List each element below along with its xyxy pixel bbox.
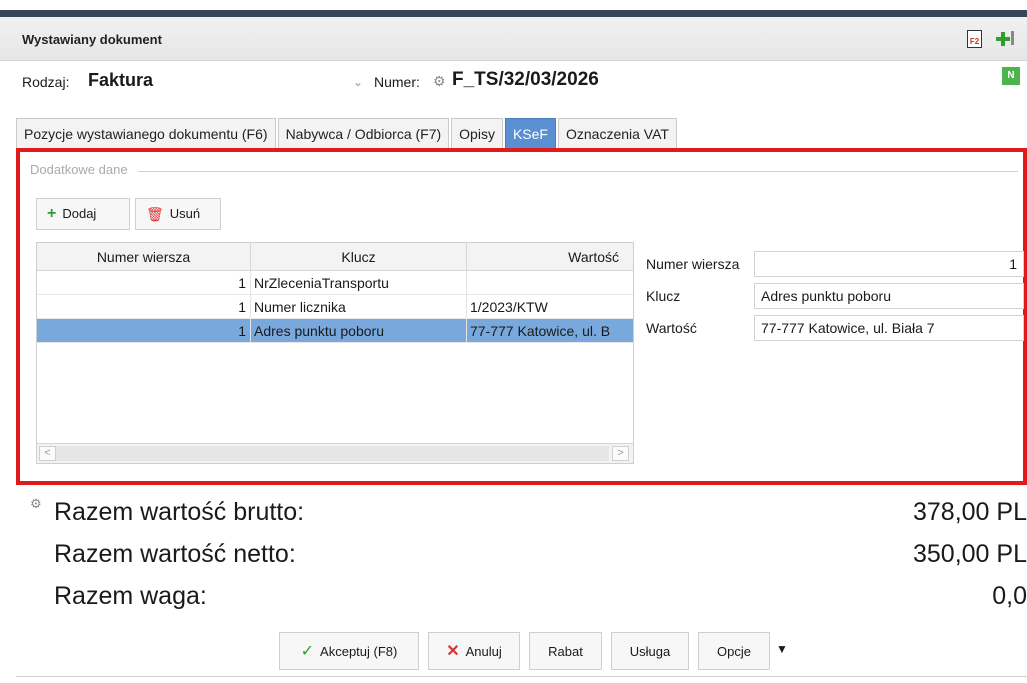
trash-icon: 🗑 [146,206,164,222]
discount-button-label: Rabat [548,643,583,659]
horizontal-scrollbar[interactable]: < > [37,443,633,463]
window-title: Wystawiany dokument [22,32,162,47]
table-row[interactable]: 1 NrZleceniaTransportu [37,271,633,295]
cell-key: Numer licznika [251,295,467,319]
total-gross-label: Razem wartość brutto: [54,498,305,526]
cell-value [467,271,633,295]
row-number-label: Numer wiersza [646,256,740,272]
tab-oznaczenia-vat[interactable]: Oznaczenia VAT [557,118,677,148]
status-badge: N [1002,67,1020,85]
cell-num: 1 [37,271,251,295]
cell-key: NrZleceniaTransportu [251,271,467,295]
total-weight-value: 0,0 [992,582,1027,610]
top-accent-bar [0,10,1027,17]
key-label: Klucz [646,288,681,304]
cell-value: 77-777 Katowice, ul. B [467,319,633,343]
add-document-icon[interactable] [993,29,1017,49]
column-header-klucz[interactable]: Klucz [251,243,467,271]
discount-button[interactable]: Rabat [529,632,602,670]
column-header-wartosc[interactable]: Wartość [467,243,633,271]
accept-button-label: Akceptuj (F8) [320,643,398,659]
service-button[interactable]: Usługa [611,632,689,670]
total-weight-label: Razem waga: [54,582,207,610]
tab-ksef[interactable]: KSeF [504,118,556,148]
total-net-label: Razem wartość netto: [54,540,296,568]
cell-num: 1 [37,295,251,319]
cell-key: Adres punktu poboru [251,319,467,343]
group-divider [138,171,1018,172]
tab-bar: Pozycje wystawianego dokumentu (F6) Naby… [16,118,679,148]
chevron-down-icon[interactable]: ⌄ [353,75,363,89]
number-label: Numer: [374,74,420,90]
cell-num: 1 [37,319,251,343]
type-label: Rodzaj: [22,74,70,90]
close-icon: ✕ [446,643,460,660]
service-button-label: Usługa [629,643,671,659]
f2-document-icon[interactable]: F2 [967,30,982,48]
cancel-button[interactable]: ✕ Anuluj [428,632,520,670]
gear-icon[interactable]: ⚙ [30,496,42,512]
extra-data-table: Numer wiersza Klucz Wartość 1 NrZlecenia… [36,242,634,464]
plus-icon: + [47,205,57,222]
table-row-selected[interactable]: 1 Adres punktu poboru 77-777 Katowice, u… [37,319,633,343]
tab-opisy[interactable]: Opisy [451,118,503,148]
check-icon: ✓ [300,643,315,660]
delete-button-label: Usuń [169,206,201,221]
table-row[interactable]: 1 Numer licznika 1/2023/KTW [37,295,633,319]
cell-value: 1/2023/KTW [467,295,633,319]
column-header-numer[interactable]: Numer wiersza [37,243,251,271]
options-button-label: Opcje [717,643,751,659]
total-gross-value: 378,00 PL [913,498,1027,526]
window-header: Wystawiany dokument F2 [0,17,1027,61]
table-header: Numer wiersza Klucz Wartość [37,243,633,271]
group-title: Dodatkowe dane [30,162,132,177]
cancel-button-label: Anuluj [465,643,502,659]
scrollbar-thumb[interactable] [56,446,609,461]
row-number-field[interactable]: 1 [754,251,1024,277]
bottom-divider [16,676,1027,677]
options-button[interactable]: Opcje [698,632,770,670]
total-net-value: 350,00 PL [913,540,1027,568]
gear-icon[interactable]: ⚙ [433,73,446,90]
scroll-right-icon[interactable]: > [612,446,629,461]
number-value: F_TS/32/03/2026 [452,69,599,90]
type-value[interactable]: Faktura [88,70,153,91]
value-field[interactable]: 77-777 Katowice, ul. Biała 7 [754,315,1024,341]
tab-nabywca[interactable]: Nabywca / Odbiorca (F7) [277,118,450,148]
delete-button[interactable]: 🗑 Usuń [135,198,221,230]
key-field[interactable]: Adres punktu poboru [754,283,1024,309]
add-button[interactable]: + Dodaj [36,198,130,230]
scroll-left-icon[interactable]: < [39,446,56,461]
tab-pozycje[interactable]: Pozycje wystawianego dokumentu (F6) [16,118,276,148]
accept-button[interactable]: ✓ Akceptuj (F8) [279,632,419,670]
options-dropdown-icon[interactable]: ▼ [776,642,788,656]
value-label: Wartość [646,320,697,336]
document-type-row: Rodzaj: Faktura ⌄ Numer: ⚙ F_TS/32/03/20… [0,62,1027,104]
add-button-label: Dodaj [62,206,97,221]
extra-data-panel: Dodatkowe dane + Dodaj 🗑 Usuń Numer wier… [16,148,1027,485]
